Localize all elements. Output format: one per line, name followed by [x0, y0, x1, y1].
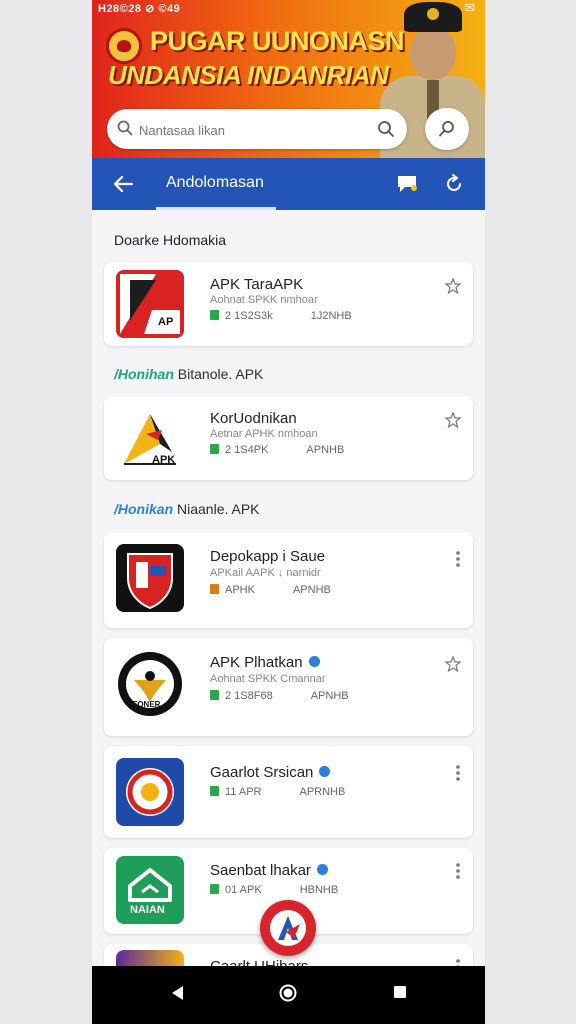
section-label-text: Niaanle. APK: [177, 501, 260, 517]
app-size: APNHB: [306, 444, 345, 456]
star-icon[interactable]: [445, 278, 461, 294]
app-name-text: APK Plhatkan: [210, 654, 303, 671]
app-icon: APK: [116, 404, 184, 472]
section-label-accent: /Honihan: [114, 366, 174, 382]
section-label: /Honikan Niaanle. APK: [114, 501, 260, 517]
app-name: Depokapp i Saue: [210, 548, 326, 565]
app-name: APK Plhatkan: [210, 654, 320, 671]
section-title: Doarke Hdomakia: [114, 232, 227, 248]
more-vert-icon[interactable]: [455, 764, 461, 782]
system-nav-bar: [92, 966, 485, 1024]
app-icon: AP: [116, 270, 184, 338]
verified-badge-icon: [319, 766, 331, 777]
download-icon: [210, 310, 219, 320]
app-size: APNHB: [310, 690, 349, 702]
more-vert-icon[interactable]: [455, 550, 461, 568]
section-label-text: Bitanole. APK: [177, 366, 264, 382]
app-name: KorUodnikan: [210, 410, 297, 427]
app-icon: [116, 544, 184, 612]
app-icon-label: AP: [158, 316, 174, 328]
download-icon: [210, 884, 219, 894]
search-icon: [439, 121, 454, 137]
app-meta: 01 APK HBNHB: [210, 884, 338, 896]
more-vert-icon[interactable]: [455, 862, 461, 880]
app-card-plhatkan[interactable]: EONER APK Plhatkan Aohnat SPKK Cmannar 2…: [104, 638, 473, 736]
app-card-depokapp[interactable]: Depokapp i Saue APKail AAPK ↓ narnidr AP…: [104, 532, 473, 628]
app-card-taraapk[interactable]: AP APK TaraAPK Aohnat SPKK nmhoar 2 1S2S…: [104, 262, 473, 346]
app-meta: APHK APNHB: [210, 584, 331, 596]
app-icon-label: NAIAN: [130, 904, 165, 916]
search-input[interactable]: [137, 119, 371, 141]
search-icon: [117, 120, 133, 136]
download-icon: [210, 690, 219, 700]
nav-home-icon[interactable]: [279, 984, 297, 1002]
app-logo-icon: [270, 910, 306, 946]
download-count: APHK: [225, 584, 255, 596]
verified-badge-icon: [308, 656, 320, 667]
verified-badge-icon: [316, 864, 328, 875]
app-size: APRNHB: [299, 786, 346, 798]
download-count: 01 APK: [225, 884, 262, 896]
emblem-icon: [106, 28, 142, 64]
app-bar-title[interactable]: Andolomasan: [166, 174, 264, 192]
app-icon: NAIAN: [116, 856, 184, 924]
app-name-text: Gaarlot Srsican: [210, 764, 314, 781]
app-size: HBNHB: [299, 884, 339, 896]
download-icon: [210, 584, 219, 594]
download-icon: [210, 786, 219, 796]
app-subtitle: APKail AAPK ↓ narnidr: [210, 567, 321, 579]
section-label-accent: /Honikan: [114, 501, 174, 517]
app-icon: EONER: [116, 650, 184, 718]
section-label: /Honihan Bitanole. APK: [114, 366, 263, 382]
nav-recents-icon[interactable]: [393, 985, 407, 999]
banner-headline-1: PUGAR UUNONASN: [150, 26, 405, 56]
app-name: APK TaraAPK: [210, 276, 304, 293]
status-bar-left: H28©28 ⊘ ©49: [98, 3, 181, 15]
app-meta: 2 1S2S3k 1J2NHB: [210, 310, 352, 322]
download-count: 11 APR: [225, 786, 262, 798]
app-icon: [116, 758, 184, 826]
app-card-gaarlot[interactable]: Gaarlot Srsican 11 APR APRNHB: [104, 746, 473, 838]
star-icon[interactable]: [445, 412, 461, 428]
app-subtitle: Aohnat SPKK Cmannar: [210, 673, 326, 685]
app-icon-label: EONER: [132, 700, 161, 709]
quick-search-button[interactable]: [425, 108, 469, 150]
app-icon-label: APK: [152, 454, 176, 466]
nav-back-icon[interactable]: [170, 985, 184, 1001]
refresh-icon[interactable]: [444, 174, 464, 194]
app-name: Gaarlot Srsican: [210, 764, 331, 781]
download-count: 2 1S4PK: [225, 444, 269, 456]
promo-banner[interactable]: H28©28 ⊘ ©49 ✉ PUGAR UUNONASN UNDANSIA I…: [92, 0, 485, 158]
tab-indicator: [156, 207, 276, 210]
app-card-koruodnikan[interactable]: APK KorUodnikan Aetnar APHK nmhoan 2 1S4…: [104, 396, 473, 480]
banner-headline-2: UNDANSIA INDANRIAN: [108, 60, 389, 90]
app-bar: Andolomasan: [92, 158, 485, 210]
phone-screen: H28©28 ⊘ ©49 ✉ PUGAR UUNONASN UNDANSIA I…: [92, 0, 485, 1024]
app-subtitle: Aetnar APHK nmhoan: [210, 428, 318, 440]
app-size: APNHB: [292, 584, 331, 596]
search-bar[interactable]: [107, 109, 407, 149]
app-meta: 2 1S4PK APNHB: [210, 444, 344, 456]
back-arrow-icon[interactable]: [112, 174, 134, 194]
app-meta: 11 APR APRNHB: [210, 786, 345, 798]
star-icon[interactable]: [445, 656, 461, 672]
app-size: 1J2NHB: [310, 310, 352, 322]
app-meta: 2 1S8F68 APNHB: [210, 690, 349, 702]
floating-action-button[interactable]: [260, 900, 316, 956]
app-subtitle: Aohnat SPKK nmhoar: [210, 294, 318, 306]
search-submit-icon[interactable]: [377, 120, 395, 138]
app-name-text: Saenbat lhakar: [210, 862, 311, 879]
download-count: 2 1S2S3k: [225, 310, 273, 322]
message-icon[interactable]: [396, 174, 418, 194]
download-count: 2 1S8F68: [225, 690, 273, 702]
app-name: Saenbat lhakar: [210, 862, 328, 879]
download-icon: [210, 444, 219, 454]
